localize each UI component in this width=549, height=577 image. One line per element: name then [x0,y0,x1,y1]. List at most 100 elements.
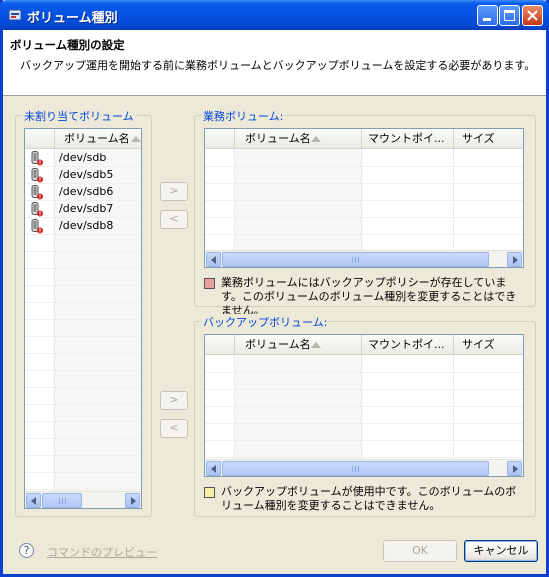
empty-row [25,303,141,320]
column-header-blank[interactable] [205,129,235,149]
move-from-backup-button[interactable]: < [160,419,188,438]
move-to-backup-button[interactable]: > [160,391,188,410]
backup-volumes-group: バックアップボリューム: ボリューム名 マウントポイ... サイズ バックアップ… [194,314,536,517]
empty-row [25,422,141,439]
command-preview-link[interactable]: コマンドのプレビュー [47,544,157,560]
column-header-volume-name[interactable]: ボリューム名 [235,335,362,355]
empty-row [25,405,141,422]
page-title: ボリューム種別の設定 [10,38,125,52]
column-header-size[interactable]: サイズ [454,335,523,355]
table-row[interactable]: /dev/sdb8 [25,218,141,235]
table-row[interactable]: /dev/sdb [25,150,141,167]
scroll-left-button[interactable] [26,493,41,508]
arrow-right-icon [513,465,518,473]
move-from-business-button[interactable]: < [160,210,188,229]
business-volumes-group: 業務ボリューム: ボリューム名 マウントポイ... サイズ 業務ボリュームにはバ… [194,108,536,317]
maximize-button[interactable] [499,5,520,26]
backup-volumes-label: バックアップボリューム: [201,314,330,330]
backup-rows [205,356,523,458]
business-legend: 業務ボリュームにはバックアップポリシーが存在しています。このボリュームのボリュー… [204,276,534,317]
empty-row [25,286,141,303]
horizontal-scrollbar[interactable] [205,250,523,267]
arrow-right-icon [513,256,518,264]
close-icon [527,10,538,21]
table-header: ボリューム名 マウントポイ... サイズ [205,129,523,149]
dialog-window: ボリューム種別 ボリューム種別の設定 バックアップ運用を開始する前に業務ボリュー… [0,0,549,577]
column-header-size[interactable]: サイズ [454,129,523,149]
ok-button[interactable]: OK [383,540,457,562]
app-icon [8,9,22,21]
minimize-button[interactable] [477,5,498,26]
backup-legend-swatch [204,487,215,498]
empty-row [25,371,141,388]
unassigned-volumes-label: 未割り当てボリューム [22,108,136,124]
business-volumes-table[interactable]: ボリューム名 マウントポイ... サイズ [204,128,524,268]
unassigned-volumes-group: 未割り当てボリューム ボリューム名 /dev/sdb/dev/sdb5/dev/… [15,108,152,517]
volume-name: /dev/sdb [59,151,107,164]
window-title: ボリューム種別 [27,11,118,26]
backup-legend-text: バックアップボリュームが使用中です。このボリュームのボリューム種別を変更すること… [221,485,517,512]
arrow-right-icon [131,497,136,505]
column-header-volume-name[interactable]: ボリューム名 [235,129,362,149]
help-icon[interactable]: ? [19,543,34,558]
horizontal-scrollbar[interactable] [25,491,141,508]
scroll-right-button[interactable] [125,493,140,508]
table-header: ボリューム名 マウントポイ... サイズ [205,335,523,355]
page-description: バックアップ運用を開始する前に業務ボリュームとバックアップボリュームを設定する必… [20,59,536,72]
scrollbar-thumb[interactable] [42,493,82,508]
table-row[interactable]: /dev/sdb6 [25,184,141,201]
empty-row [25,354,141,371]
disk-warning-icon [31,185,43,200]
column-header-mount-point[interactable]: マウントポイ... [362,335,454,355]
unassigned-volumes-table[interactable]: ボリューム名 /dev/sdb/dev/sdb5/dev/sdb6/dev/sd… [24,128,142,509]
disk-warning-icon [31,151,43,166]
scroll-left-button[interactable] [206,461,221,476]
scroll-right-button[interactable] [507,461,522,476]
column-header-volume-name[interactable]: ボリューム名 [55,129,141,149]
close-button[interactable] [522,5,543,26]
cancel-button[interactable]: キャンセル [464,540,538,562]
volume-name: /dev/sdb8 [59,219,114,232]
table-row[interactable]: /dev/sdb7 [25,201,141,218]
empty-row [25,388,141,405]
scrollbar-thumb[interactable] [222,252,489,267]
sort-ascending-icon [311,342,321,348]
arrow-left-icon [211,465,216,473]
arrow-left-icon [31,497,36,505]
scroll-right-button[interactable] [507,252,522,267]
sort-ascending-icon [311,136,321,142]
table-header: ボリューム名 [25,129,141,149]
backup-volumes-table[interactable]: ボリューム名 マウントポイ... サイズ [204,334,524,477]
column-header-blank[interactable] [25,129,55,149]
disk-warning-icon [31,168,43,183]
arrow-left-icon [211,256,216,264]
minimize-icon [483,18,491,21]
horizontal-scrollbar[interactable] [205,459,523,476]
scroll-left-button[interactable] [206,252,221,267]
business-rows [205,150,523,252]
empty-row [25,320,141,337]
backup-legend: バックアップボリュームが使用中です。このボリュームのボリューム種別を変更すること… [204,485,534,515]
move-to-business-button[interactable]: > [160,182,188,201]
business-volumes-label: 業務ボリューム: [201,108,286,124]
business-legend-text: 業務ボリュームにはバックアップポリシーが存在しています。このボリュームのボリュー… [221,276,517,317]
volume-name: /dev/sdb5 [59,168,114,181]
table-row[interactable]: /dev/sdb5 [25,167,141,184]
maximize-icon [504,10,515,21]
empty-row [25,439,141,456]
column-header-mount-point[interactable]: マウントポイ... [362,129,454,149]
volume-name: /dev/sdb7 [59,202,114,215]
empty-row [25,252,141,269]
empty-row [25,269,141,286]
title-bar[interactable]: ボリューム種別 [0,0,549,30]
business-legend-swatch [204,278,215,289]
empty-row [25,337,141,354]
volume-name: /dev/sdb6 [59,185,114,198]
disk-warning-icon [31,219,43,234]
column-header-blank[interactable] [205,335,235,355]
sort-ascending-icon [131,136,141,142]
disk-warning-icon [31,202,43,217]
unassigned-rows: /dev/sdb/dev/sdb5/dev/sdb6/dev/sdb7/dev/… [25,150,141,490]
scrollbar-thumb[interactable] [222,461,489,476]
empty-row [25,235,141,252]
